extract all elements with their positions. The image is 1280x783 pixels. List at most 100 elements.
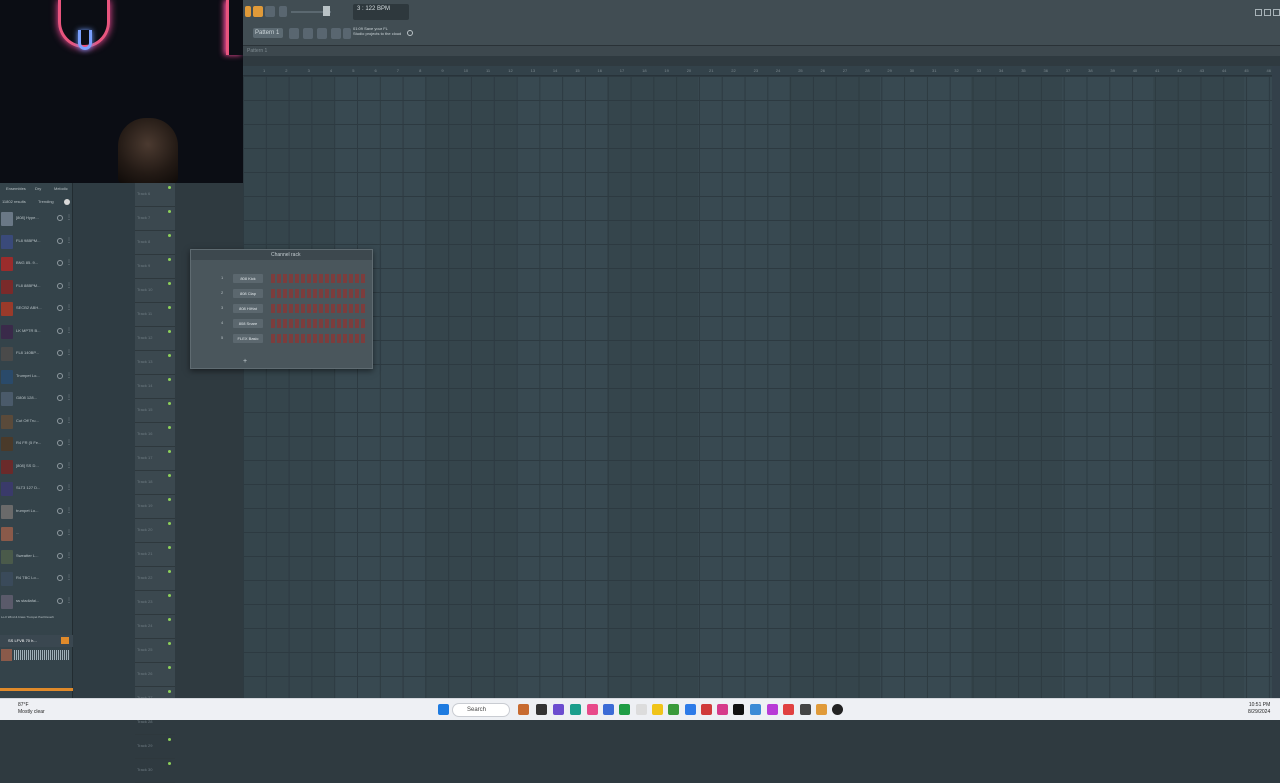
- tag-reverb[interactable]: Reverb: [44, 615, 54, 619]
- step-sequencer[interactable]: [271, 334, 365, 343]
- track-header[interactable]: Track 11: [135, 303, 175, 327]
- track-header[interactable]: Track 10: [135, 279, 175, 303]
- piano-roll-button[interactable]: [317, 28, 327, 39]
- browser-list-item[interactable]: FL8 98BPM... ⋮: [0, 232, 73, 254]
- preview-progress[interactable]: [0, 688, 73, 691]
- cloud-icon[interactable]: [407, 30, 413, 36]
- browser-list-item[interactable]: trumpet Lo... ⋮: [0, 502, 73, 524]
- track-mute-led[interactable]: [168, 210, 171, 213]
- track-mute-led[interactable]: [168, 546, 171, 549]
- track-mute-led[interactable]: [168, 450, 171, 453]
- step-sequencer[interactable]: [271, 289, 365, 298]
- track-header[interactable]: Track 16: [135, 423, 175, 447]
- track-mute-led[interactable]: [168, 474, 171, 477]
- track-mute-led[interactable]: [168, 762, 171, 765]
- playlist-scrollbar[interactable]: [1272, 66, 1280, 698]
- track-header[interactable]: Track 30: [135, 759, 175, 783]
- menu-button[interactable]: [245, 6, 251, 17]
- pattern-selector[interactable]: Pattern 1: [253, 28, 283, 38]
- close-icon[interactable]: [1273, 9, 1280, 16]
- track-mute-led[interactable]: [168, 378, 171, 381]
- playlist-grid[interactable]: [243, 76, 1273, 698]
- channel-mixer-track[interactable]: 3: [221, 305, 223, 310]
- track-mute-led[interactable]: [168, 330, 171, 333]
- favorite-icon[interactable]: [57, 575, 63, 581]
- favorite-icon[interactable]: [57, 597, 63, 604]
- track-header[interactable]: Track 25: [135, 639, 175, 663]
- favorite-icon[interactable]: [57, 327, 63, 334]
- app-icon-15[interactable]: [750, 704, 761, 715]
- track-mute-led[interactable]: [168, 666, 171, 669]
- browser-tab-melodic[interactable]: Melodic: [54, 186, 68, 191]
- favorite-icon[interactable]: [57, 215, 63, 221]
- app-icon-16[interactable]: [767, 704, 778, 715]
- track-header[interactable]: Track 6: [135, 183, 175, 207]
- track-mute-led[interactable]: [168, 594, 171, 597]
- browser-list-item[interactable]: G808 128... ⋮: [0, 389, 73, 411]
- tag-lofi[interactable]: Lo-fi: [1, 615, 7, 619]
- more-options-icon[interactable]: ⋮: [66, 439, 72, 446]
- tag-trumpet[interactable]: Trumpet: [26, 615, 37, 619]
- track-header[interactable]: Track 18: [135, 471, 175, 495]
- browser-list-item[interactable]: Trumpet Lo... ⋮: [0, 367, 73, 389]
- favorite-icon[interactable]: [57, 350, 63, 356]
- track-header[interactable]: Track 12: [135, 327, 175, 351]
- favorite-icon[interactable]: [57, 462, 63, 469]
- more-options-icon[interactable]: ⋮: [66, 462, 72, 469]
- app-icon-2[interactable]: [536, 704, 547, 715]
- track-header[interactable]: Track 9: [135, 255, 175, 279]
- track-header[interactable]: Track 17: [135, 447, 175, 471]
- app-icon-1[interactable]: [518, 704, 529, 715]
- play-button[interactable]: [265, 6, 275, 17]
- track-header[interactable]: Track 22: [135, 567, 175, 591]
- app-icon-11[interactable]: [685, 704, 696, 715]
- channel-name-button[interactable]: 808 HiHat: [233, 304, 263, 313]
- favorite-icon[interactable]: [57, 530, 63, 536]
- favorite-icon[interactable]: [57, 395, 63, 401]
- browser-list-item[interactable]: R4 FR (5 Fe... ⋮: [0, 434, 73, 456]
- channel-mixer-track[interactable]: 4: [221, 320, 223, 325]
- favorite-icon[interactable]: [57, 305, 63, 311]
- favorite-icon[interactable]: [57, 440, 63, 446]
- channel-mixer-track[interactable]: 2: [221, 290, 223, 295]
- track-header[interactable]: Track 7: [135, 207, 175, 231]
- start-icon[interactable]: [438, 704, 449, 715]
- playlist-ruler[interactable]: 1 2 3 4 5 6 7 8 9 10 11 12 13 14 15 16 17 18 19 20 21 22 23 24 2…: [243, 66, 1273, 76]
- track-mute-led[interactable]: [168, 426, 171, 429]
- more-options-icon[interactable]: ⋮: [66, 282, 72, 289]
- add-channel-button[interactable]: +: [243, 358, 247, 365]
- app-icon-12[interactable]: [701, 704, 712, 715]
- more-options-icon[interactable]: ⋮: [66, 597, 72, 604]
- channel-row[interactable]: 1 808 Kick: [195, 273, 367, 285]
- volume-knob[interactable]: [323, 6, 330, 16]
- track-header[interactable]: Track 19: [135, 495, 175, 519]
- track-mute-led[interactable]: [168, 282, 171, 285]
- track-header[interactable]: Track 15: [135, 399, 175, 423]
- edge-icon[interactable]: [570, 704, 581, 715]
- browser-list-item[interactable]: SECB2 ABH... ⋮: [0, 299, 73, 321]
- more-options-icon[interactable]: ⋮: [66, 349, 72, 356]
- track-mute-led[interactable]: [168, 258, 171, 261]
- track-mute-led[interactable]: [168, 402, 171, 405]
- more-options-icon[interactable]: ⋮: [66, 327, 72, 334]
- browser-list-item[interactable]: Sweatter L... ⋮: [0, 547, 73, 569]
- channel-name-button[interactable]: 808 Snare: [233, 319, 263, 328]
- track-mute-led[interactable]: [168, 522, 171, 525]
- favorite-icon[interactable]: [57, 552, 63, 559]
- tag-pad[interactable]: Pad: [38, 615, 43, 619]
- more-options-icon[interactable]: ⋮: [66, 574, 72, 581]
- channel-mixer-track[interactable]: 1: [221, 275, 223, 280]
- sort-dropdown[interactable]: Trending: [38, 199, 54, 204]
- channel-row[interactable]: 3 808 HiHat: [195, 303, 367, 315]
- taskbar-search[interactable]: Search: [452, 703, 510, 717]
- favorite-icon[interactable]: [57, 237, 63, 244]
- channel-rack-button[interactable]: [343, 28, 351, 39]
- track-header[interactable]: Track 20: [135, 519, 175, 543]
- browser-list-item[interactable]: [808] Hype... ⋮: [0, 209, 73, 231]
- mixer-button[interactable]: [303, 28, 313, 39]
- app-icon-5[interactable]: [587, 704, 598, 715]
- browser-button[interactable]: [331, 28, 341, 39]
- track-mute-led[interactable]: [168, 738, 171, 741]
- more-options-icon[interactable]: ⋮: [66, 394, 72, 401]
- taskbar-clock[interactable]: 10:51 PM 8/29/2024: [1248, 702, 1270, 716]
